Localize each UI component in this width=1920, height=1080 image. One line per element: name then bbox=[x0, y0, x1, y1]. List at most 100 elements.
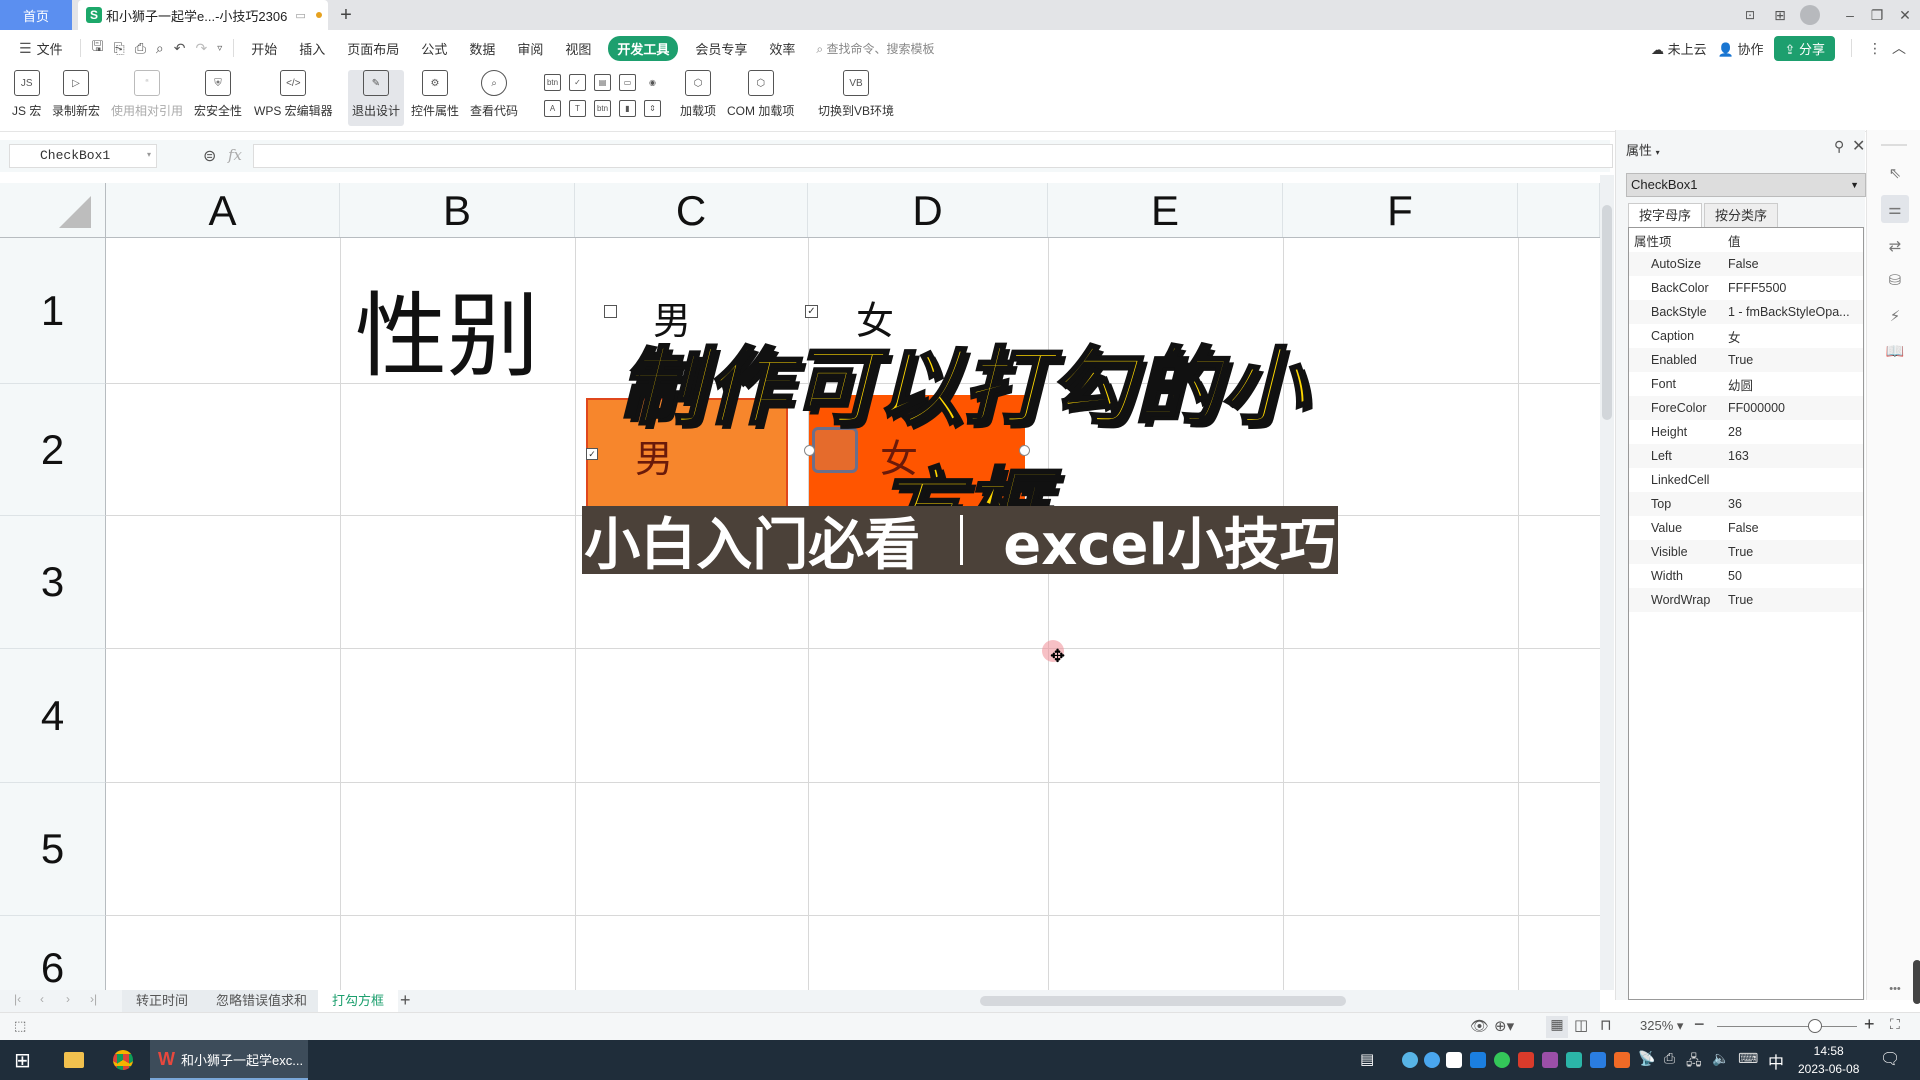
property-value[interactable]: 女 bbox=[1728, 327, 1863, 346]
column-header-c[interactable]: C bbox=[575, 183, 808, 238]
spreadsheet-grid[interactable]: A B C D E F 1 2 3 4 5 6 bbox=[0, 175, 1600, 990]
menu-view[interactable]: 视图 bbox=[565, 39, 591, 58]
menu-start[interactable]: 开始 bbox=[251, 39, 277, 58]
column-header-f[interactable]: F bbox=[1283, 183, 1518, 238]
ime-indicator[interactable]: 中 bbox=[1768, 1049, 1784, 1073]
view-code-button[interactable]: ⌕ 查看代码 bbox=[470, 70, 518, 119]
lightning-icon[interactable]: ⚡ bbox=[1881, 302, 1909, 330]
object-selector[interactable]: CheckBox1 ▼ bbox=[1626, 173, 1866, 197]
control-combobox-icon[interactable]: ▭ bbox=[619, 74, 636, 91]
row-header-2[interactable]: 2 bbox=[0, 384, 106, 516]
property-value[interactable]: 163 bbox=[1728, 449, 1863, 463]
customize-dropdown-icon[interactable]: ▿ bbox=[217, 43, 222, 54]
zoom-slider-knob[interactable] bbox=[1808, 1019, 1822, 1033]
checkbox-female-row1[interactable]: ✓ bbox=[805, 305, 818, 318]
relative-reference-button[interactable]: “使用相对引用 bbox=[111, 70, 183, 119]
control-radio-icon[interactable]: ◉ bbox=[644, 74, 661, 91]
row-header-6[interactable]: 6 bbox=[0, 916, 106, 990]
property-value[interactable]: True bbox=[1728, 545, 1863, 559]
page-break-view-icon[interactable]: ⊓ bbox=[1600, 1016, 1612, 1034]
apps-grid-icon[interactable]: ⊞ bbox=[1765, 0, 1795, 30]
checkbox-male-row1[interactable] bbox=[604, 305, 617, 318]
export-icon[interactable]: ⎘ bbox=[114, 40, 125, 57]
property-row[interactable]: Caption 女 bbox=[1629, 324, 1863, 348]
select-all-corner[interactable] bbox=[0, 183, 106, 238]
eye-protection-icon[interactable]: 👁 bbox=[1470, 1017, 1489, 1035]
property-row[interactable]: Height 28 bbox=[1629, 420, 1863, 444]
property-row[interactable]: ForeColor FF000000 bbox=[1629, 396, 1863, 420]
horizontal-scrollbar-thumb[interactable] bbox=[980, 996, 1346, 1006]
avatar[interactable] bbox=[1800, 5, 1820, 25]
property-row[interactable]: Value False bbox=[1629, 516, 1863, 540]
zoom-in-button[interactable]: + bbox=[1864, 1014, 1875, 1035]
property-row[interactable]: Visible True bbox=[1629, 540, 1863, 564]
fx-icon[interactable]: fx bbox=[228, 146, 242, 164]
close-icon[interactable]: ✕ bbox=[1890, 0, 1920, 30]
property-row[interactable]: BackStyle 1 - fmBackStyleOpa... bbox=[1629, 300, 1863, 324]
backup-icon[interactable]: ⛁ bbox=[1881, 266, 1909, 294]
name-box[interactable]: CheckBox1 ▾ bbox=[9, 144, 157, 168]
row-header-4[interactable]: 4 bbox=[0, 649, 106, 783]
page-layout-view-icon[interactable]: ◫ bbox=[1574, 1016, 1588, 1034]
save-icon[interactable]: 🖫 bbox=[92, 36, 104, 60]
property-value[interactable]: 幼圆 bbox=[1728, 375, 1863, 394]
control-label-icon[interactable]: A bbox=[544, 100, 561, 117]
property-value[interactable]: False bbox=[1728, 521, 1863, 535]
property-value[interactable]: False bbox=[1728, 257, 1863, 271]
taskbar-wps-app[interactable]: W 和小狮子一起学exc... bbox=[150, 1040, 308, 1080]
property-value[interactable]: FFFF5500 bbox=[1728, 281, 1863, 295]
formula-input[interactable] bbox=[253, 144, 1613, 168]
column-header-g[interactable] bbox=[1518, 183, 1600, 238]
property-value[interactable]: 50 bbox=[1728, 569, 1863, 583]
screenshot-icon[interactable] bbox=[1542, 1052, 1558, 1068]
more-icon[interactable]: ⋮ bbox=[1868, 40, 1882, 57]
crosshair-icon[interactable]: ⊕▾ bbox=[1494, 1017, 1514, 1035]
shield-tray-icon[interactable] bbox=[1566, 1052, 1582, 1068]
property-value[interactable]: FF000000 bbox=[1728, 401, 1863, 415]
fullscreen-icon[interactable]: ⛶ bbox=[1890, 1016, 1900, 1033]
menu-insert[interactable]: 插入 bbox=[299, 39, 325, 58]
cloud-tray-icon[interactable] bbox=[1590, 1052, 1606, 1068]
preview-icon[interactable]: ⌕ bbox=[156, 40, 164, 57]
zoom-slider[interactable] bbox=[1717, 1026, 1857, 1027]
control-toggle-icon[interactable]: btn bbox=[594, 100, 611, 117]
next-sheet-icon[interactable]: › bbox=[66, 992, 70, 1006]
new-tab-button[interactable]: + bbox=[334, 3, 358, 27]
add-sheet-button[interactable]: + bbox=[400, 990, 411, 1011]
control-properties-button[interactable]: ⚙ 控件属性 bbox=[411, 70, 459, 119]
layout-icon[interactable]: ⊡ bbox=[1735, 0, 1765, 30]
screen-icon[interactable]: ▭ bbox=[295, 9, 305, 22]
minimize-icon[interactable]: – bbox=[1835, 0, 1865, 30]
onedrive-icon[interactable] bbox=[1424, 1052, 1440, 1068]
column-header-e[interactable]: E bbox=[1048, 183, 1283, 238]
chrome-icon[interactable] bbox=[113, 1050, 133, 1070]
zoom-formula-icon[interactable]: ⊜ bbox=[203, 146, 216, 166]
volume-icon[interactable]: 🔈 bbox=[1712, 1050, 1729, 1067]
tab-alphabetical[interactable]: 按字母序 bbox=[1628, 203, 1703, 227]
addins-button[interactable]: ⬡ 加载项 bbox=[680, 70, 716, 119]
print-icon[interactable]: ⎙ bbox=[135, 40, 146, 57]
zoom-out-button[interactable]: − bbox=[1694, 1014, 1705, 1035]
hamburger-icon[interactable]: ☰ bbox=[19, 40, 32, 57]
menu-review[interactable]: 审阅 bbox=[517, 39, 543, 58]
clock[interactable]: 14:58 2023-06-08 bbox=[1798, 1042, 1859, 1078]
wechat-icon[interactable] bbox=[1494, 1052, 1510, 1068]
file-explorer-icon[interactable] bbox=[64, 1052, 84, 1068]
chevron-down-icon[interactable]: ▾ bbox=[147, 145, 151, 167]
menu-formulas[interactable]: 公式 bbox=[421, 39, 447, 58]
property-row[interactable]: Top 36 bbox=[1629, 492, 1863, 516]
windows-start-icon[interactable]: ⊞ bbox=[14, 1048, 31, 1073]
zoom-level[interactable]: 325% ▾ bbox=[1640, 1018, 1683, 1034]
menu-developer[interactable]: 开发工具 bbox=[608, 35, 679, 61]
property-row[interactable]: AutoSize False bbox=[1629, 252, 1863, 276]
tray-app4-icon[interactable] bbox=[1614, 1052, 1630, 1068]
prev-sheet-icon[interactable]: ‹ bbox=[40, 992, 44, 1006]
transfer-icon[interactable]: ⇄ bbox=[1881, 232, 1909, 260]
control-spin-icon[interactable]: ⇕ bbox=[644, 100, 661, 117]
security-icon[interactable] bbox=[1446, 1052, 1462, 1068]
network-icon[interactable]: 🖧 bbox=[1686, 1050, 1702, 1074]
property-row[interactable]: LinkedCell bbox=[1629, 468, 1863, 492]
row-header-1[interactable]: 1 bbox=[0, 238, 106, 384]
collapse-ribbon-icon[interactable]: ︿ bbox=[1892, 38, 1906, 58]
cloud-status[interactable]: ☁ 未上云 bbox=[1651, 39, 1707, 58]
